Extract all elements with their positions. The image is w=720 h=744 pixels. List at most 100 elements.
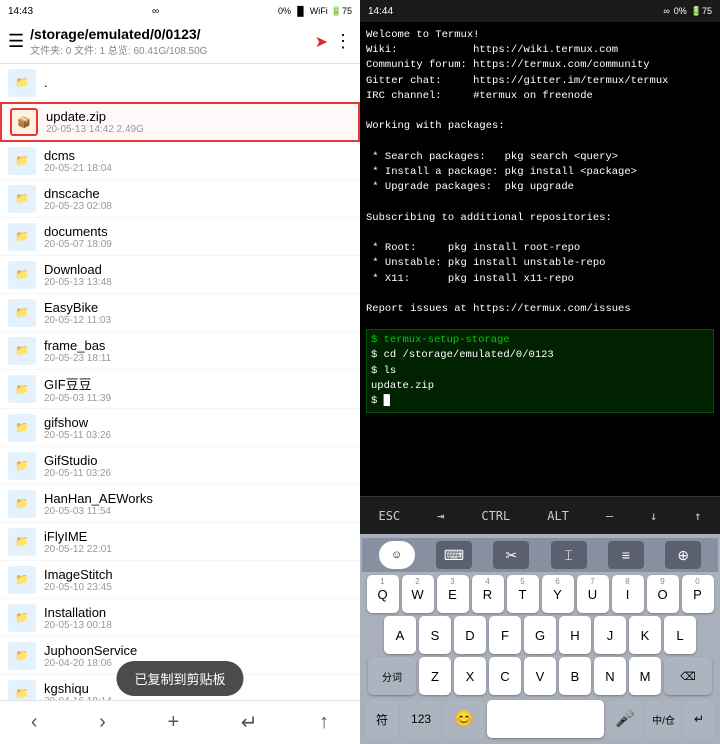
emoji-bottom-key[interactable]: 😊: [444, 700, 484, 738]
enter-button[interactable]: ↵: [233, 702, 266, 743]
left-time: 14:43: [8, 6, 33, 17]
key-R[interactable]: 4R: [472, 575, 504, 613]
key-I[interactable]: 8I: [612, 575, 644, 613]
key-T[interactable]: 5T: [507, 575, 539, 613]
alt-key[interactable]: ALT: [539, 505, 577, 527]
right-status-bar: 14:44 ∞ 0% 🔋75: [360, 0, 720, 22]
key-F[interactable]: F: [489, 616, 521, 654]
key-A[interactable]: A: [384, 616, 416, 654]
file-list: 📁 . 📦 update.zip 20-05-13 14:42 2.49G 📁 …: [0, 64, 360, 700]
enter-key-icon[interactable]: ⊕: [665, 541, 701, 569]
mic-key[interactable]: 🎤: [607, 700, 643, 738]
asdf-row: A S D F G H J K L: [362, 616, 718, 654]
list-item[interactable]: 📁 HanHan_AEWorks 20-05-03 11:54: [0, 485, 360, 523]
terminal-line: * Root: pkg install root-repo: [366, 241, 714, 256]
terminal-line: Gitter chat: https://gitter.im/termux/te…: [366, 74, 714, 89]
key-B[interactable]: B: [559, 657, 591, 695]
key-D[interactable]: D: [454, 616, 486, 654]
terminal-prompt: $ █: [371, 394, 709, 409]
menu-key[interactable]: ≡: [608, 541, 644, 569]
key-E[interactable]: 3E: [437, 575, 469, 613]
list-item[interactable]: 📁 documents 20-05-07 18:09: [0, 218, 360, 256]
folder-icon: 📁: [8, 528, 36, 556]
list-item[interactable]: 📁 gifshow 20-05-11 03:26: [0, 409, 360, 447]
ime-switch-key[interactable]: 中/仓: [646, 700, 681, 738]
key-G[interactable]: G: [524, 616, 556, 654]
battery-percent-left: 0%: [278, 6, 291, 16]
list-item[interactable]: 📁 GIF豆豆 20-05-03 11:39: [0, 370, 360, 409]
fenCI-key[interactable]: 分词: [368, 657, 416, 695]
ctrl-key[interactable]: CTRL: [473, 505, 518, 527]
terminal-line: [366, 135, 714, 150]
list-item[interactable]: 📁 EasyBike 20-05-12 11:03: [0, 294, 360, 332]
list-item[interactable]: 📁 .: [0, 64, 360, 102]
terminal-line: [366, 226, 714, 241]
list-item[interactable]: 📁 Installation 20-05-13 00:18: [0, 599, 360, 637]
folder-icon: 📁: [8, 414, 36, 442]
list-item[interactable]: 📁 Download 20-05-13 13:48: [0, 256, 360, 294]
esc-key[interactable]: ESC: [370, 505, 408, 527]
key-U[interactable]: 7U: [577, 575, 609, 613]
folder-icon: 📁: [8, 299, 36, 327]
key-X[interactable]: X: [454, 657, 486, 695]
tab-key[interactable]: ⇥: [429, 505, 452, 527]
key-H[interactable]: H: [559, 616, 591, 654]
list-item[interactable]: 📁 dcms 20-05-21 18:04: [0, 142, 360, 180]
file-info: GIF豆豆 20-05-03 11:39: [44, 374, 352, 404]
space-key[interactable]: [487, 700, 604, 738]
key-M[interactable]: M: [629, 657, 661, 695]
qwerty-row: 1Q 2W 3E 4R 5T 6Y 7U 8I 9O 0P: [362, 575, 718, 613]
up-button[interactable]: ↑: [311, 703, 337, 742]
key-C[interactable]: C: [489, 657, 521, 695]
key-K[interactable]: K: [629, 616, 661, 654]
keyboard-switch-key[interactable]: ⌨: [436, 541, 472, 569]
number-key[interactable]: 123: [401, 700, 441, 738]
terminal-welcome: Welcome to Termux!: [366, 28, 714, 43]
add-button[interactable]: +: [159, 703, 187, 742]
cut-key[interactable]: ✂: [493, 541, 529, 569]
dash-key[interactable]: —: [598, 505, 621, 527]
left-signal: ∞: [152, 6, 159, 17]
key-P[interactable]: 0P: [682, 575, 714, 613]
terminal-line: * X11: pkg install x11-repo: [366, 272, 714, 287]
terminal-command: $ cd /storage/emulated/0/0123: [371, 348, 709, 363]
list-item[interactable]: 📁 GifStudio 20-05-11 03:26: [0, 447, 360, 485]
down-arrow-key[interactable]: ↓: [642, 505, 665, 527]
zip-file-name: update.zip: [46, 109, 350, 124]
key-Z[interactable]: Z: [419, 657, 451, 695]
list-item[interactable]: 📁 iFlyIME 20-05-12 22:01: [0, 523, 360, 561]
bottom-keyboard-row: 符 123 😊 🎤 中/仓 ↵: [362, 698, 718, 742]
key-O[interactable]: 9O: [647, 575, 679, 613]
up-arrow-key[interactable]: ↑: [686, 505, 709, 527]
key-S[interactable]: S: [419, 616, 451, 654]
key-J[interactable]: J: [594, 616, 626, 654]
zip-file-info: update.zip 20-05-13 14:42 2.49G: [46, 109, 350, 135]
highlighted-zip-item[interactable]: 📦 update.zip 20-05-13 14:42 2.49G: [0, 102, 360, 142]
key-Q[interactable]: 1Q: [367, 575, 399, 613]
key-W[interactable]: 2W: [402, 575, 434, 613]
more-options-icon[interactable]: ⋮: [334, 31, 352, 52]
cursor-key[interactable]: ⌶: [551, 541, 587, 569]
keyboard-enter-key[interactable]: ↵: [684, 700, 714, 738]
terminal-line: [366, 195, 714, 210]
arrow-indicator-icon: ➤: [315, 32, 328, 52]
key-V[interactable]: V: [524, 657, 556, 695]
back-button[interactable]: ‹: [23, 703, 46, 742]
list-item[interactable]: 📁 dnscache 20-05-23 02:08: [0, 180, 360, 218]
zip-file-meta: 20-05-13 14:42 2.49G: [46, 124, 350, 135]
folder-icon: 📁: [8, 337, 36, 365]
forward-button[interactable]: ›: [91, 703, 114, 742]
file-info: gifshow 20-05-11 03:26: [44, 415, 352, 441]
terminal-output[interactable]: Welcome to Termux! Wiki: https://wiki.te…: [360, 22, 720, 496]
symbol-key[interactable]: 符: [366, 700, 398, 738]
key-L[interactable]: L: [664, 616, 696, 654]
list-item[interactable]: 📁 ImageStitch 20-05-10 23:45: [0, 561, 360, 599]
key-Y[interactable]: 6Y: [542, 575, 574, 613]
hamburger-icon[interactable]: ☰: [8, 31, 24, 52]
folder-icon: 📁: [8, 147, 36, 175]
list-item[interactable]: 📁 frame_bas 20-05-23 18:11: [0, 332, 360, 370]
emoji-key[interactable]: ☺: [379, 541, 415, 569]
key-N[interactable]: N: [594, 657, 626, 695]
backspace-key[interactable]: ⌫: [664, 657, 712, 695]
folder-icon: 📁: [8, 642, 36, 670]
